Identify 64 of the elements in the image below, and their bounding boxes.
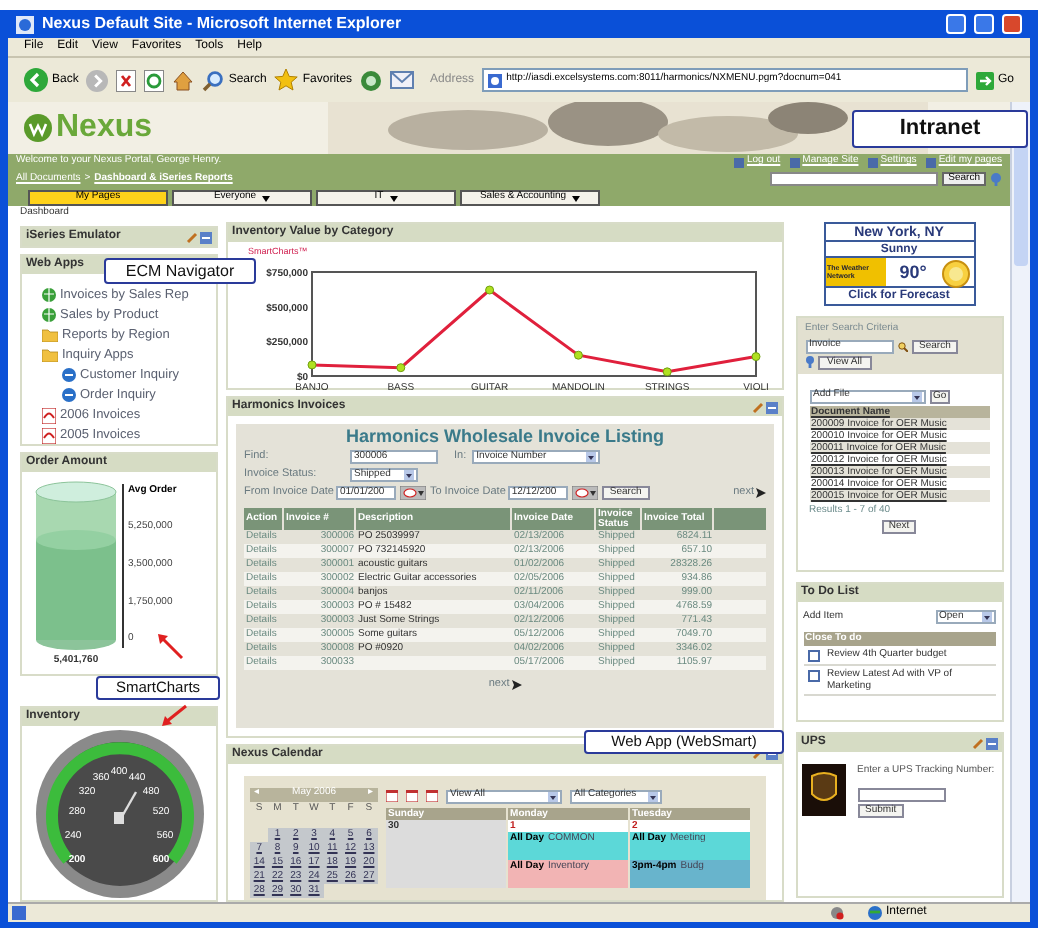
globe-icon [42, 308, 56, 322]
link-icon [926, 157, 937, 167]
app-icon [62, 368, 76, 382]
arrow-icon [511, 679, 522, 690]
link-icon [790, 157, 801, 167]
calendar-picker-icon[interactable] [571, 486, 598, 500]
refresh-icon[interactable] [144, 69, 165, 91]
scrollbar[interactable] [1010, 102, 1030, 902]
data-point [751, 351, 761, 361]
arrow-icon [756, 488, 767, 498]
data-point [485, 285, 495, 295]
pointer-arrow [160, 704, 188, 728]
minimize-button[interactable] [946, 14, 966, 34]
temperature: 90° [897, 260, 929, 286]
data-point [573, 350, 583, 360]
logo-icon [24, 114, 52, 142]
help-icon[interactable] [805, 356, 814, 368]
stop-icon[interactable] [116, 69, 137, 91]
listing-heading: Harmonics Wholesale Invoice Listing [344, 426, 667, 448]
go-icon [975, 71, 994, 89]
tracking-field[interactable] [857, 788, 946, 802]
shield-icon [801, 764, 846, 816]
dropdown-icon [981, 612, 992, 623]
search-icon[interactable] [897, 341, 908, 351]
calendar-view-icon[interactable] [386, 790, 399, 803]
dropdown-icon [911, 391, 922, 401]
forward-icon[interactable] [86, 69, 109, 91]
blocked-icon [830, 906, 844, 920]
callout-label: ECM Navigator [104, 258, 256, 284]
pointer-arrow [156, 632, 184, 660]
mail-icon[interactable] [390, 70, 415, 90]
logo-text: Nexus [56, 112, 153, 144]
link-icon [734, 157, 745, 167]
callout-label: Intranet [852, 110, 1028, 148]
sun-icon [941, 259, 970, 287]
close-button[interactable] [1002, 14, 1022, 34]
globe-icon [42, 288, 56, 302]
checkbox[interactable] [807, 669, 820, 681]
browser-icon [16, 15, 34, 33]
dropdown-icon [586, 452, 597, 462]
dropdown-icon [548, 791, 559, 802]
maximize-button[interactable] [974, 14, 994, 34]
data-point [396, 362, 406, 372]
calendar-view-icon[interactable] [426, 790, 439, 803]
search-field[interactable] [770, 172, 939, 186]
link-icon [868, 157, 879, 167]
page-icon [488, 73, 503, 87]
back-icon [24, 68, 48, 92]
checkbox[interactable] [807, 649, 820, 661]
data-point [307, 359, 317, 369]
dropdown-icon [404, 470, 415, 480]
dropdown-icon [648, 791, 659, 802]
globe-icon [868, 906, 882, 920]
app-icon [62, 388, 76, 402]
home-icon[interactable] [172, 69, 195, 91]
calendar-view-icon[interactable] [406, 790, 419, 803]
media-icon[interactable] [360, 69, 383, 91]
calendar-picker-icon[interactable] [399, 486, 426, 500]
search-icon [202, 69, 225, 91]
window-title: Nexus Default Site - Microsoft Internet Explorer [42, 12, 404, 36]
page-icon [12, 906, 26, 920]
star-icon [274, 68, 299, 92]
document-icon [42, 407, 56, 423]
data-point [662, 366, 672, 376]
